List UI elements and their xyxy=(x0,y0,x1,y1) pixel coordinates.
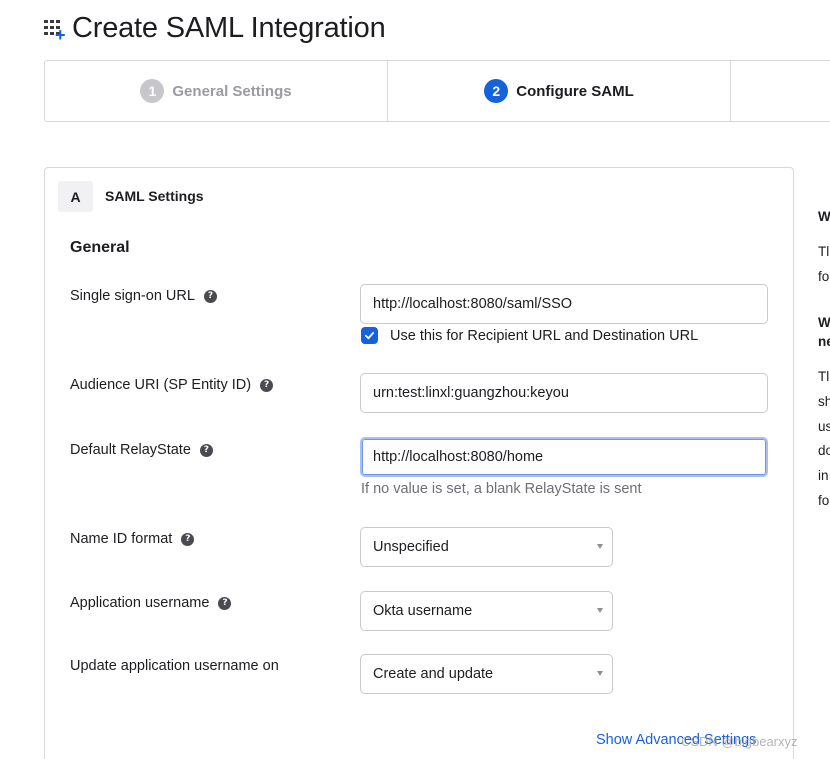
label-text: Default RelayState xyxy=(70,442,191,458)
app-username-select[interactable]: Okta username xyxy=(360,591,613,631)
relay-state-label: Default RelayState ? xyxy=(70,442,213,458)
step-configure-saml[interactable]: 2 Configure SAML xyxy=(388,61,731,121)
help-icon[interactable]: ? xyxy=(218,596,232,610)
label-text: Name ID format xyxy=(70,531,173,547)
relay-state-hint: If no value is set, a blank RelayState i… xyxy=(361,481,642,497)
update-username-select[interactable]: Create and update xyxy=(360,654,613,694)
select-value: Create and update xyxy=(373,666,494,682)
page-header: + Create SAML Integration xyxy=(44,8,386,48)
side-text: fo xyxy=(818,269,830,284)
step-empty xyxy=(731,61,830,121)
sso-url-label: Single sign-on URL ? xyxy=(70,288,217,304)
relay-state-input[interactable] xyxy=(360,437,768,477)
step-label: General Settings xyxy=(172,82,292,100)
side-text: W xyxy=(818,209,830,224)
help-icon[interactable]: ? xyxy=(260,378,274,392)
section-title: SAML Settings xyxy=(105,188,204,204)
page-title: Create SAML Integration xyxy=(72,11,386,44)
step-label: Configure SAML xyxy=(516,82,634,100)
help-icon[interactable]: ? xyxy=(199,443,213,457)
label-text: Update application username on xyxy=(70,658,279,674)
label-text: Application username xyxy=(70,595,210,611)
label-text: Audience URI (SP Entity ID) xyxy=(70,377,252,393)
caret-down-icon xyxy=(597,544,603,549)
name-id-format-select[interactable]: Unspecified xyxy=(360,527,613,567)
app-add-icon: + xyxy=(44,15,70,44)
caret-down-icon xyxy=(597,671,603,676)
audience-uri-input[interactable] xyxy=(360,373,768,413)
caret-down-icon xyxy=(597,608,603,613)
side-text: ne xyxy=(818,334,830,349)
side-text: do xyxy=(818,443,830,458)
help-icon[interactable]: ? xyxy=(203,289,217,303)
update-username-label: Update application username on xyxy=(70,658,279,674)
recipient-checkbox-row[interactable]: Use this for Recipient URL and Destinati… xyxy=(361,327,698,344)
step-general-settings[interactable]: 1 General Settings xyxy=(45,61,388,121)
step-number: 2 xyxy=(484,79,509,103)
checkbox-label: Use this for Recipient URL and Destinati… xyxy=(390,327,699,344)
watermark: CSDN @bigbearxyz xyxy=(681,734,798,749)
side-text: sh xyxy=(818,394,830,409)
audience-uri-label: Audience URI (SP Entity ID) ? xyxy=(70,377,274,393)
side-text: W xyxy=(818,315,830,330)
select-value: Unspecified xyxy=(373,539,449,555)
select-value: Okta username xyxy=(373,603,473,619)
side-text: in xyxy=(818,468,829,483)
side-text: Tl xyxy=(818,369,830,384)
side-text: us xyxy=(818,419,830,434)
saml-settings-card: A SAML Settings General Single sign-on U… xyxy=(44,167,794,759)
checkbox-checked-icon[interactable] xyxy=(361,327,378,344)
group-title: General xyxy=(70,239,130,256)
help-icon[interactable]: ? xyxy=(181,532,195,546)
label-text: Single sign-on URL xyxy=(70,288,195,304)
side-text: fo xyxy=(818,493,830,508)
app-username-label: Application username ? xyxy=(70,595,232,611)
section-badge: A xyxy=(58,181,93,212)
step-number: 1 xyxy=(140,79,165,103)
name-id-format-label: Name ID format ? xyxy=(70,531,195,547)
wizard-stepper: 1 General Settings 2 Configure SAML xyxy=(44,60,830,122)
sso-url-input[interactable] xyxy=(360,284,768,324)
side-text: Tl xyxy=(818,244,830,259)
side-help-panel: W Tl fo W ne Tl sh us do in fo xyxy=(818,0,830,759)
